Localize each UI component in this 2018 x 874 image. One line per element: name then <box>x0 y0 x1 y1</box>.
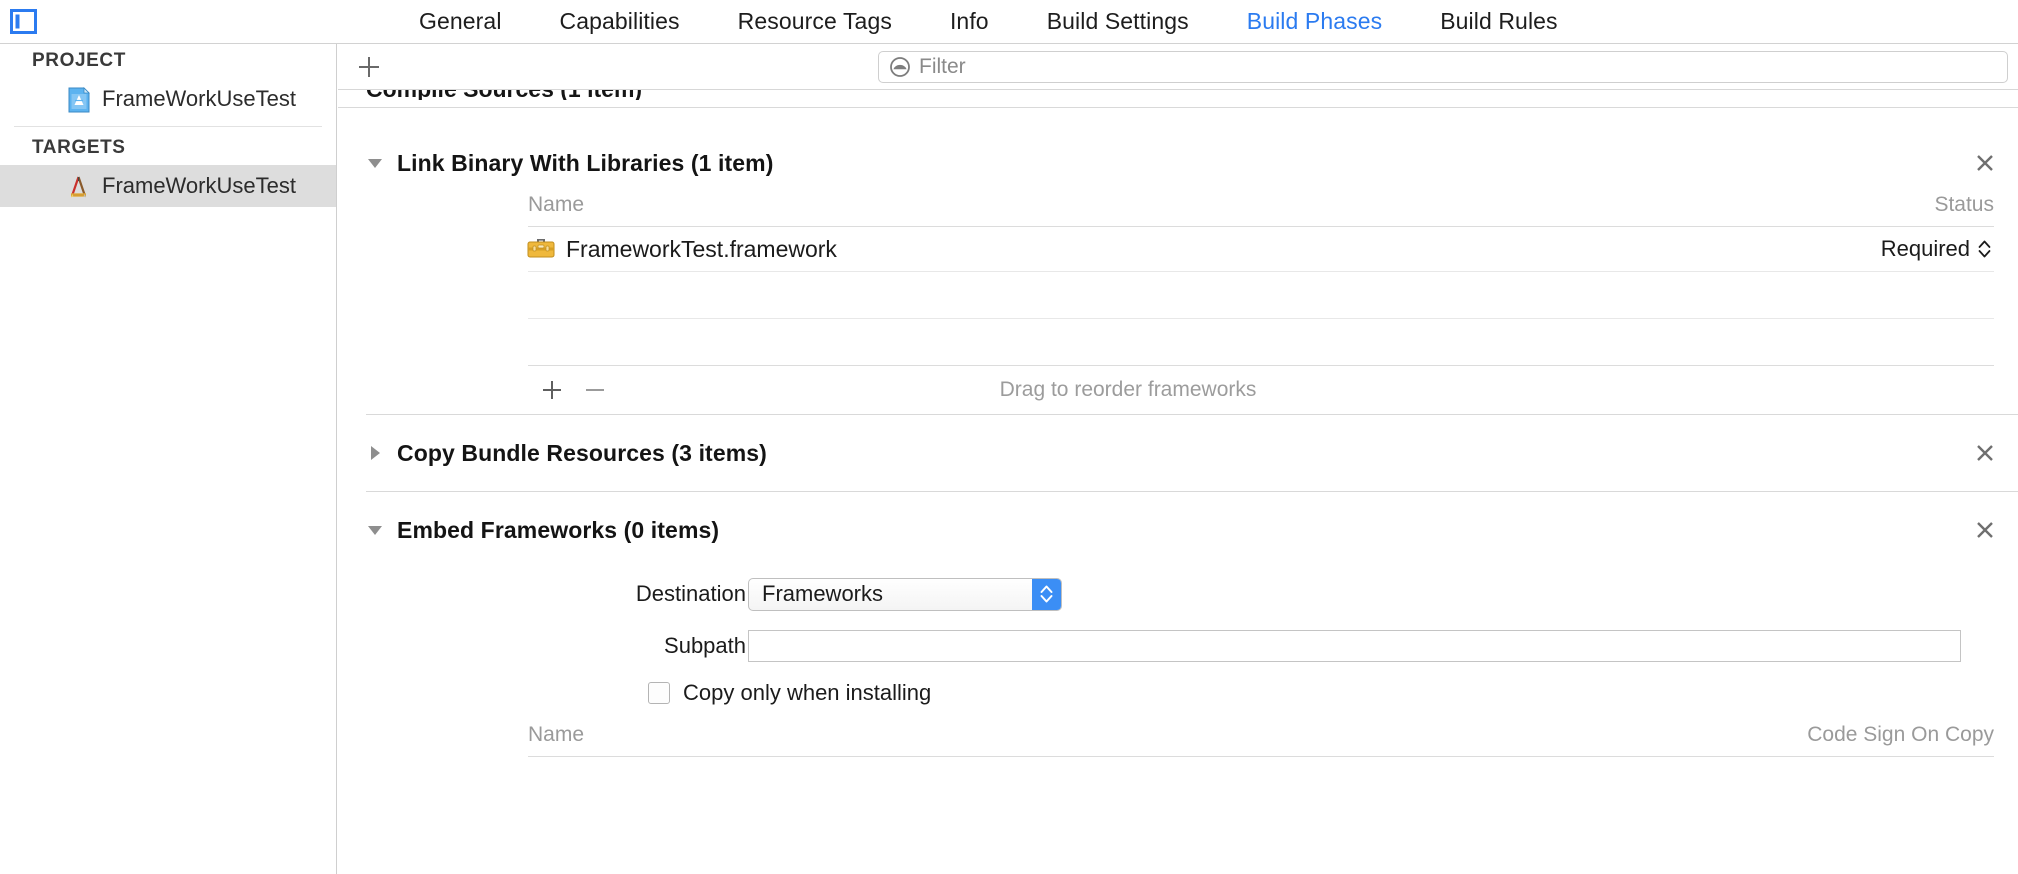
phase-header[interactable]: Link Binary With Libraries (1 item) <box>338 142 2018 184</box>
phase-title: Copy Bundle Resources (3 items) <box>397 440 767 467</box>
tab-build-settings[interactable]: Build Settings <box>1018 0 1218 43</box>
sidebar-item-project-frameworkusetest[interactable]: FrameWorkUseTest <box>0 78 336 120</box>
table-column-headers: Name Code Sign On Copy <box>338 714 2018 756</box>
sidebar-item-label: FrameWorkUseTest <box>102 173 296 199</box>
framework-name: FrameworkTest.framework <box>566 236 837 263</box>
framework-status-value: Required <box>1881 236 1970 262</box>
close-icon[interactable] <box>1974 519 1996 541</box>
copy-only-when-installing-checkbox[interactable] <box>648 682 670 704</box>
tab-general[interactable]: General <box>390 0 531 43</box>
phase-title: Embed Frameworks (0 items) <box>397 517 719 544</box>
filter-field[interactable]: Filter <box>878 51 2008 83</box>
project-editor-tabbar: General Capabilities Resource Tags Info … <box>0 0 2018 44</box>
table-empty-space <box>338 272 2018 318</box>
tab-list: General Capabilities Resource Tags Info … <box>390 0 1587 43</box>
column-header-status: Status <box>1934 193 1994 217</box>
sidebar-divider <box>14 126 322 127</box>
column-header-name: Name <box>528 193 584 217</box>
tab-build-rules[interactable]: Build Rules <box>1411 0 1586 43</box>
table-row[interactable]: FrameworkTest.framework Required <box>338 227 2018 271</box>
phase-link-binary-with-libraries: Link Binary With Libraries (1 item) Name… <box>338 142 2018 415</box>
stepper-updown-icon <box>1977 238 1992 260</box>
add-build-phase-button[interactable] <box>352 50 386 84</box>
build-phases-scroll-area[interactable]: Compile Sources (1 item) Link Binary Wit… <box>338 90 2018 874</box>
table-empty-space <box>338 319 2018 365</box>
cutoff-divider <box>338 107 2018 108</box>
destination-popup-button[interactable]: Frameworks <box>748 578 1062 611</box>
tab-resource-tags[interactable]: Resource Tags <box>709 0 921 43</box>
tab-build-phases[interactable]: Build Phases <box>1218 0 1411 43</box>
close-icon[interactable] <box>1974 442 1996 464</box>
popup-arrows-icon <box>1032 579 1061 610</box>
subpath-row: Subpath <box>338 620 2018 672</box>
triangle-down-icon[interactable] <box>366 154 384 172</box>
triangle-right-icon[interactable] <box>366 444 384 462</box>
phase-header[interactable]: Copy Bundle Resources (3 items) <box>338 415 2018 491</box>
copy-only-when-installing-label: Copy only when installing <box>683 680 931 706</box>
filter-placeholder: Filter <box>919 55 966 79</box>
table-divider <box>528 756 1994 757</box>
framework-status-popup[interactable]: Required <box>1881 236 1992 262</box>
xcode-project-icon <box>66 87 92 113</box>
xcode-target-icon <box>66 174 92 200</box>
triangle-down-icon[interactable] <box>366 521 384 539</box>
tab-capabilities[interactable]: Capabilities <box>531 0 709 43</box>
phase-title: Link Binary With Libraries (1 item) <box>397 150 773 177</box>
cutoff-phase-header[interactable]: Compile Sources (1 item) <box>366 90 2018 100</box>
subpath-input[interactable] <box>748 630 1961 662</box>
tab-info[interactable]: Info <box>921 0 1018 43</box>
sidebar-group-project: PROJECT <box>0 44 336 78</box>
build-phases-toolbar: Filter <box>338 44 2018 90</box>
sidebar-item-target-frameworkusetest[interactable]: FrameWorkUseTest <box>0 165 336 207</box>
destination-value: Frameworks <box>749 581 883 607</box>
build-phases-pane: Filter Compile Sources (1 item) Link Bin… <box>338 44 2018 874</box>
cutoff-phase-title: Compile Sources (1 item) <box>366 90 642 100</box>
close-icon[interactable] <box>1974 152 1996 174</box>
filter-icon <box>889 56 911 78</box>
phase-copy-bundle-resources: Copy Bundle Resources (3 items) <box>338 415 2018 492</box>
column-header-code-sign-on-copy: Code Sign On Copy <box>1807 723 1994 747</box>
subpath-label: Subpath <box>664 633 746 659</box>
copy-only-when-installing-row[interactable]: Copy only when installing <box>338 672 2018 714</box>
xcode-project-editor-window: General Capabilities Resource Tags Info … <box>0 0 2018 874</box>
navigator-toggle-icon[interactable] <box>10 8 37 35</box>
phase-header[interactable]: Embed Frameworks (0 items) <box>338 492 2018 568</box>
table-column-headers: Name Status <box>338 184 2018 226</box>
phase-embed-frameworks: Embed Frameworks (0 items) Destination F… <box>338 492 2018 757</box>
sidebar-group-targets: TARGETS <box>0 131 336 165</box>
drag-reorder-hint: Drag to reorder frameworks <box>338 378 2018 402</box>
phase-footer-controls: Drag to reorder frameworks <box>338 366 2018 414</box>
project-target-sidebar: PROJECT FrameWorkUseTest TARGETS <box>0 44 337 874</box>
sidebar-item-label: FrameWorkUseTest <box>102 86 296 112</box>
column-header-name: Name <box>528 723 584 747</box>
framework-toolbox-icon <box>526 236 556 262</box>
destination-row: Destination Frameworks <box>338 568 2018 620</box>
destination-label: Destination <box>636 581 746 607</box>
